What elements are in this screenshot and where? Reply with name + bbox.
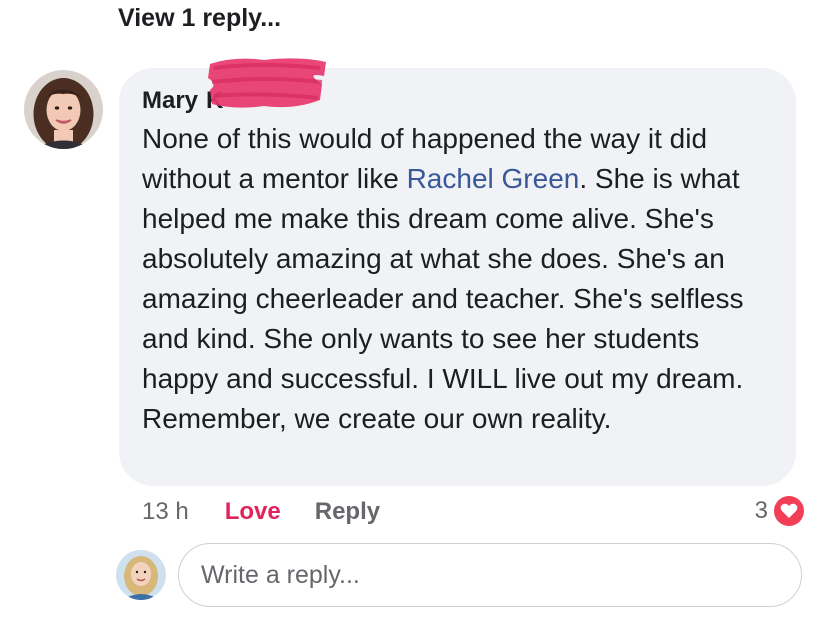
comment-timestamp[interactable]: 13 h: [142, 498, 189, 526]
commenter-avatar[interactable]: [24, 70, 103, 149]
name-redaction-mark: [208, 58, 326, 108]
comment-actions: 13 h Love Reply: [142, 498, 380, 526]
reply-input[interactable]: [178, 543, 802, 607]
heart-icon: [774, 496, 804, 526]
mention-link[interactable]: Rachel Green: [407, 163, 580, 194]
reaction-count: 3: [754, 497, 768, 524]
comment-thread: View 1 reply... Mary K None of this woul…: [0, 0, 828, 630]
comment-text-part-2: . She is what helped me make this dream …: [142, 163, 744, 434]
love-reaction-button[interactable]: Love: [225, 498, 281, 526]
view-replies-link[interactable]: View 1 reply...: [118, 4, 281, 33]
author-name[interactable]: Mary: [142, 87, 198, 115]
reply-button[interactable]: Reply: [315, 498, 380, 526]
reaction-summary[interactable]: 3: [755, 496, 804, 526]
comment-body: None of this would of happened the way i…: [142, 119, 782, 439]
current-user-avatar[interactable]: [116, 550, 166, 600]
